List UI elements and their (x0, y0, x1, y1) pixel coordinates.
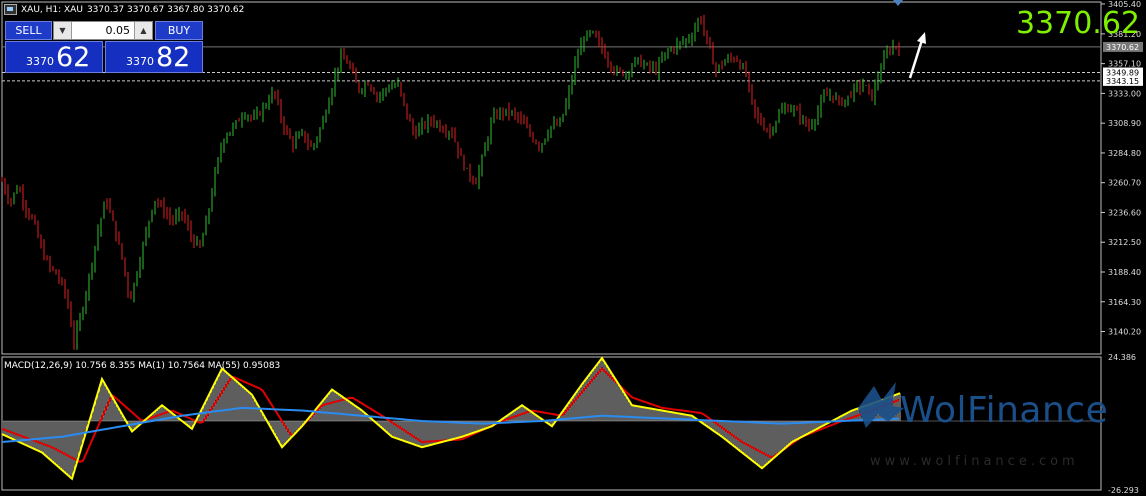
price-level-label: 3343.15 (1106, 77, 1139, 86)
price-level-label: 3370.62 (1106, 43, 1139, 52)
buy-button[interactable]: BUY (155, 21, 203, 40)
price-axis-label: 3357.10 (1108, 60, 1141, 69)
price-axis-label: 3284.80 (1108, 149, 1141, 158)
scroll-marker-icon (893, 0, 903, 6)
current-price-label: 3370.62 (1015, 6, 1140, 41)
macd-main-line (1, 356, 901, 481)
ohlc-readout: 3370.37 3370.67 3367.80 3370.62 (86, 4, 245, 15)
symbol-header: XAU, H1: XAU 3370.37 3370.67 3367.80 337… (4, 4, 244, 15)
watermark-url: www.wolfinance.com (870, 454, 1079, 469)
macd-indicator-label: MACD(12,26,9) 10.756 8.355 MA(1) 10.7564… (4, 361, 281, 371)
lot-size-field[interactable]: ▼ 0.05 ▲ (53, 21, 153, 40)
symbol-label: XAU, H1: XAU (21, 4, 83, 15)
price-axis-label: 3212.50 (1108, 238, 1141, 247)
lot-decrease-icon[interactable]: ▼ (54, 22, 72, 39)
price-axis-label: 3308.90 (1108, 119, 1141, 128)
sell-price-big: 62 (56, 42, 91, 73)
trend-arrow-head (917, 32, 926, 44)
price-axis-label: 3164.30 (1108, 298, 1141, 307)
watermark-brand: WolFinance (900, 390, 1109, 431)
watermark: WolFinance www.wolfinance.com (852, 378, 1122, 469)
price-axis-label: 3188.40 (1108, 268, 1141, 277)
price-axis-label: 3333.00 (1108, 89, 1141, 98)
chart-stage: 3405.40 3381.20 3357.10 3333.00 3308.90 3284.… (0, 0, 1146, 496)
lot-size-value[interactable]: 0.05 (72, 24, 134, 37)
buy-price-big: 82 (156, 42, 191, 73)
macd-axis-label: 24.386 (1108, 353, 1136, 362)
price-axis-label: 3236.60 (1108, 208, 1141, 217)
sell-price-small: 3370 (26, 55, 54, 68)
sell-button[interactable]: SELL (5, 21, 52, 40)
price-axis-label: 3140.20 (1108, 328, 1141, 337)
buy-price-box[interactable]: 3370 82 (105, 41, 203, 73)
one-click-trading-panel: SELL ▼ 0.05 ▲ BUY 3370 62 3370 82 (5, 21, 203, 73)
sell-price-box[interactable]: 3370 62 (5, 41, 103, 73)
lot-increase-icon[interactable]: ▲ (134, 22, 152, 39)
price-axis-label: 3260.70 (1108, 179, 1141, 188)
buy-price-small: 3370 (126, 55, 154, 68)
macd-axis-label: -26.293 (1108, 486, 1139, 495)
window-icon[interactable] (4, 4, 17, 15)
trend-arrow (908, 39, 924, 79)
